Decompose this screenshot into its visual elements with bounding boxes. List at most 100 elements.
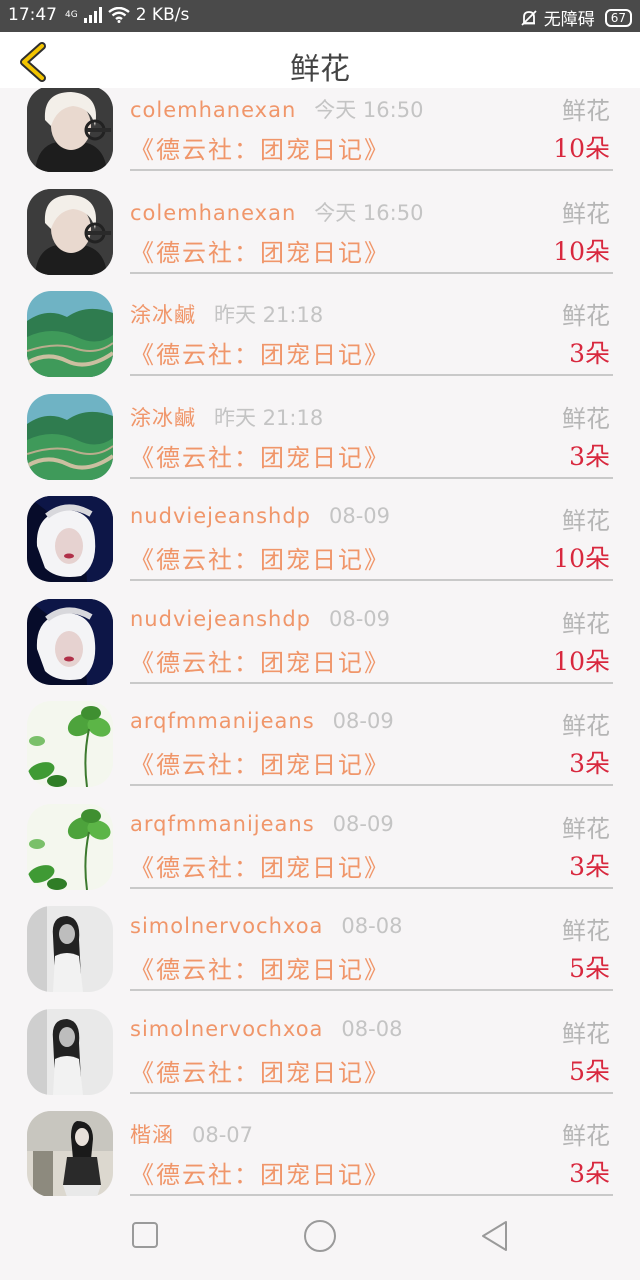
book-title[interactable]: 《德云社：团宠日记》 [130, 540, 390, 575]
timestamp: 08-09 [328, 504, 391, 528]
item-meta: 涂冰鹹 昨天 21:18 [130, 299, 323, 329]
timestamp: 08-09 [332, 811, 394, 836]
list-item[interactable]: nudviejeanshdp 08-09 鲜花 《德云社：团宠日记》 10朵 [0, 496, 640, 601]
divider [130, 989, 613, 991]
divider [130, 271, 613, 274]
gift-amount: 5朵 [569, 954, 610, 983]
avatar[interactable] [27, 291, 113, 377]
list-item[interactable]: colemhanexan 今天 16:50 鲜花 《德云社：团宠日记》 10朵 [0, 88, 640, 191]
user-name[interactable]: arqfmmanijeans [130, 709, 315, 733]
circle-icon [304, 1220, 336, 1252]
wifi-icon [107, 7, 130, 23]
list-item[interactable]: nudviejeanshdp 08-09 鲜花 《德云社：团宠日记》 10朵 [0, 598, 640, 704]
home-button[interactable] [302, 1218, 338, 1258]
avatar[interactable] [27, 598, 113, 685]
divider [130, 886, 613, 889]
user-name[interactable]: nudviejeanshdp [130, 607, 311, 631]
item-meta: arqfmmanijeans 08-09 [130, 709, 394, 733]
gift-amount: 10朵 [553, 646, 610, 676]
avatar[interactable] [27, 496, 113, 582]
list-item[interactable]: 涂冰鹹 昨天 21:18 鲜花 《德云社：团宠日记》 3朵 [0, 393, 640, 499]
gift-amount: 3朵 [569, 339, 610, 368]
avatar[interactable] [27, 1111, 113, 1196]
item-meta: nudviejeanshdp 08-09 [130, 607, 390, 631]
book-title[interactable]: 《德云社：团宠日记》 [130, 1053, 390, 1088]
avatar[interactable] [27, 701, 113, 787]
gift-amount: 10朵 [553, 236, 610, 266]
list-item[interactable]: simolnervochxoa 08-08 鲜花 《德云社：团宠日记》 5朵 [0, 1008, 640, 1114]
gift-type-label: 鲜花 [562, 404, 610, 433]
list-item[interactable]: 楷涵 08-07 鲜花 《德云社：团宠日记》 3朵 [0, 1111, 640, 1196]
gift-type-label: 鲜花 [562, 712, 610, 740]
timestamp: 今天 16:50 [314, 200, 424, 225]
user-name[interactable]: 涂冰鹹 [130, 406, 196, 430]
list-item[interactable]: simolnervochxoa 08-08 鲜花 《德云社：团宠日记》 5朵 [0, 906, 640, 1011]
timestamp: 08-08 [341, 1016, 403, 1041]
gift-amount: 5朵 [569, 1056, 610, 1086]
user-name[interactable]: colemhanexan [130, 201, 296, 225]
page-title: 鲜花 [290, 52, 350, 87]
gift-type-label: 鲜花 [562, 97, 610, 125]
network-speed: 2 KB/s [135, 5, 190, 25]
gift-type-label: 鲜花 [562, 917, 610, 945]
book-title[interactable]: 《德云社：团宠日记》 [130, 1155, 390, 1190]
gift-type-label: 鲜花 [562, 814, 610, 843]
gift-type-label: 鲜花 [562, 507, 610, 535]
avatar[interactable] [27, 1008, 113, 1095]
square-icon [132, 1222, 158, 1248]
avatar[interactable] [27, 188, 113, 275]
recent-apps-button[interactable] [130, 1220, 160, 1254]
list-item[interactable]: colemhanexan 今天 16:50 鲜花 《德云社：团宠日记》 10朵 [0, 188, 640, 294]
item-meta: simolnervochxoa 08-08 [130, 1017, 402, 1041]
avatar[interactable] [27, 88, 113, 172]
divider [130, 681, 613, 684]
divider [130, 169, 613, 171]
gift-type-label: 鲜花 [562, 609, 610, 638]
user-name[interactable]: 楷涵 [130, 1123, 174, 1147]
list-item[interactable]: arqfmmanijeans 08-09 鲜花 《德云社：团宠日记》 3朵 [0, 701, 640, 806]
user-name[interactable]: simolnervochxoa [130, 914, 323, 938]
list-item[interactable]: arqfmmanijeans 08-09 鲜花 《德云社：团宠日记》 3朵 [0, 803, 640, 909]
item-meta: 涂冰鹹 昨天 21:18 [130, 402, 323, 432]
timestamp: 08-08 [341, 914, 403, 938]
book-title[interactable]: 《德云社：团宠日记》 [130, 643, 390, 678]
book-title[interactable]: 《德云社：团宠日记》 [130, 848, 390, 883]
divider [130, 784, 613, 786]
item-meta: nudviejeanshdp 08-09 [130, 504, 390, 528]
timestamp: 昨天 21:18 [214, 405, 324, 430]
clock: 17:47 [8, 5, 57, 25]
gift-amount: 3朵 [569, 749, 610, 778]
timestamp: 昨天 21:18 [214, 303, 324, 327]
divider [130, 579, 613, 581]
avatar[interactable] [27, 803, 113, 890]
signal-icon [83, 7, 102, 23]
user-name[interactable]: simolnervochxoa [130, 1017, 323, 1041]
accessibility-label: 无障碍 [543, 10, 595, 30]
gift-amount: 3朵 [569, 851, 610, 881]
network-type: 4G [65, 9, 78, 20]
item-meta: 楷涵 08-07 [130, 1119, 253, 1149]
timestamp: 今天 16:50 [314, 98, 424, 122]
item-meta: colemhanexan 今天 16:50 [130, 197, 423, 227]
back-nav-button[interactable] [478, 1218, 510, 1258]
list-item[interactable]: 涂冰鹹 昨天 21:18 鲜花 《德云社：团宠日记》 3朵 [0, 291, 640, 396]
user-name[interactable]: nudviejeanshdp [130, 504, 311, 528]
book-title[interactable]: 《德云社：团宠日记》 [130, 233, 390, 268]
user-name[interactable]: arqfmmanijeans [130, 812, 315, 836]
timestamp: 08-07 [192, 1123, 254, 1147]
avatar[interactable] [27, 906, 113, 992]
book-title[interactable]: 《德云社：团宠日记》 [130, 335, 390, 370]
book-title[interactable]: 《德云社：团宠日记》 [130, 745, 390, 780]
divider [130, 476, 613, 479]
gift-list: colemhanexan 今天 16:50 鲜花 《德云社：团宠日记》 10朵 c… [0, 88, 640, 1196]
book-title[interactable]: 《德云社：团宠日记》 [130, 130, 390, 165]
timestamp: 08-09 [328, 606, 391, 631]
avatar[interactable] [27, 393, 113, 480]
item-meta: colemhanexan 今天 16:50 [130, 94, 423, 124]
book-title[interactable]: 《德云社：团宠日记》 [130, 438, 390, 473]
book-title[interactable]: 《德云社：团宠日记》 [130, 950, 390, 985]
gift-amount: 3朵 [569, 1159, 610, 1188]
system-nav-bar [0, 1196, 640, 1280]
user-name[interactable]: 涂冰鹹 [130, 303, 196, 327]
user-name[interactable]: colemhanexan [130, 98, 296, 122]
